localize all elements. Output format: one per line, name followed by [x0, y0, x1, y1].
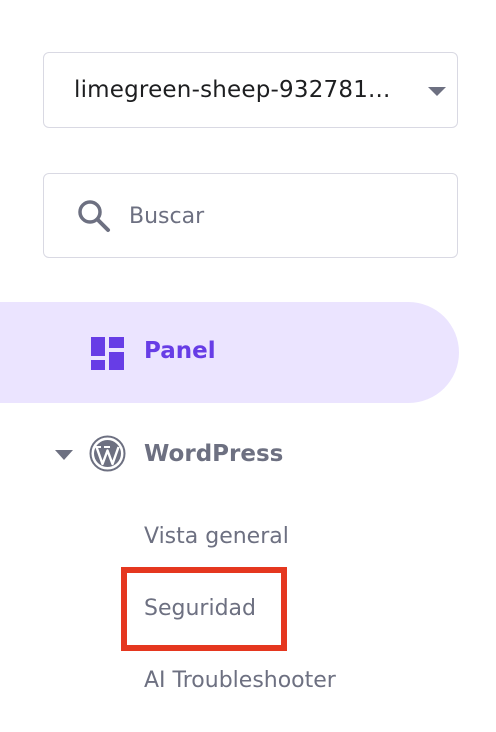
sidebar-item-wordpress[interactable]: WordPress — [0, 425, 459, 483]
caret-down-icon[interactable] — [55, 450, 73, 460]
site-select-dropdown[interactable]: limegreen-sheep-932781... — [43, 52, 458, 128]
search-icon — [78, 200, 110, 232]
chevron-down-icon — [428, 87, 446, 96]
search-input[interactable] — [129, 196, 429, 236]
sidebar-subitem-vista-general[interactable]: Vista general — [144, 524, 289, 549]
site-select-value: limegreen-sheep-932781... — [74, 77, 391, 103]
search-box[interactable] — [43, 173, 458, 258]
sidebar-item-panel-label: Panel — [144, 338, 216, 364]
sidebar-subitem-ai-troubleshooter[interactable]: AI Troubleshooter — [144, 668, 336, 693]
dashboard-icon — [91, 337, 124, 370]
sidebar-item-panel[interactable]: Panel — [0, 302, 459, 403]
sidebar: limegreen-sheep-932781... Panel WordPres… — [0, 0, 496, 732]
wordpress-icon — [89, 435, 126, 472]
sidebar-item-wordpress-label: WordPress — [144, 441, 284, 467]
sidebar-subitem-seguridad[interactable]: Seguridad — [144, 596, 256, 621]
